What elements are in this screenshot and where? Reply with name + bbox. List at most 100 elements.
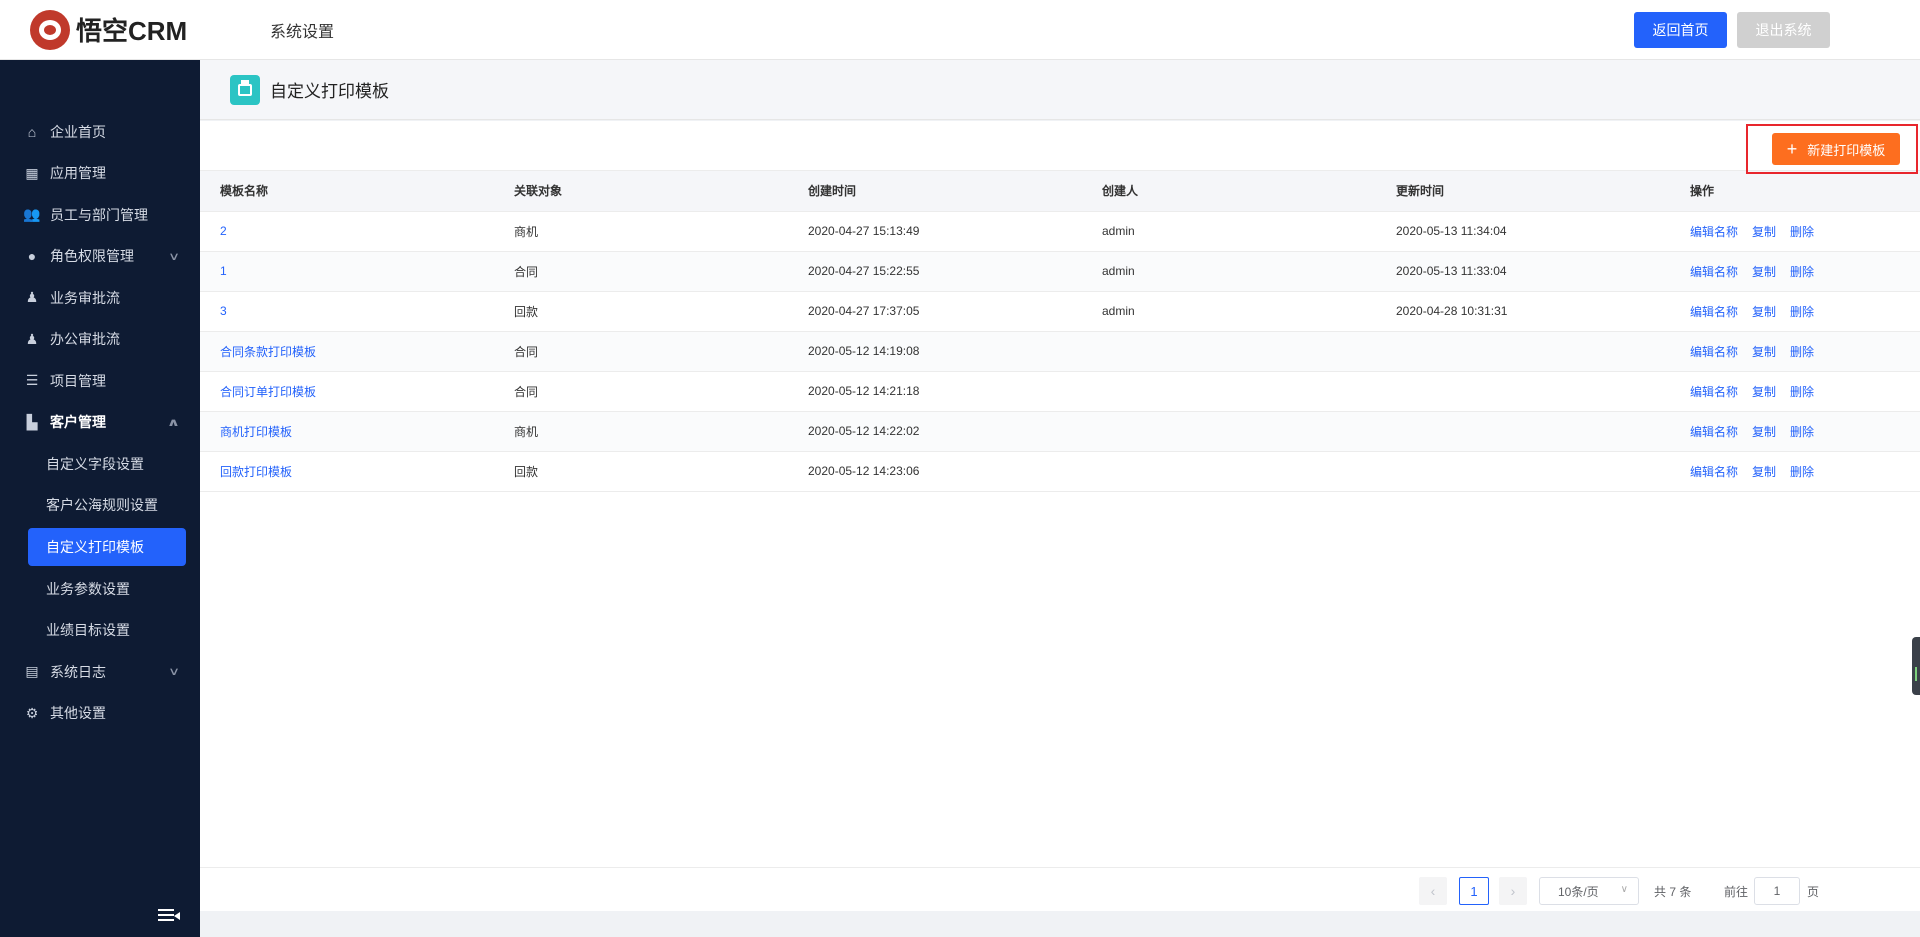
sidebar-item-apps[interactable]: ▦ 应用管理 [0,153,200,195]
table-cell: 合同订单打印模板 [200,371,494,412]
table-cell: admin [1082,251,1376,292]
sidebar-item-customers[interactable]: ▙ 客户管理 ∧ [0,402,200,444]
edit-name-link[interactable]: 编辑名称 [1690,465,1738,479]
template-name-link[interactable]: 2 [220,224,227,238]
related-object-cell: 商机 [514,224,539,239]
goto-label: 前往 [1724,885,1749,899]
approval-icon: ♟ [25,330,39,347]
copy-link[interactable]: 复制 [1752,465,1776,479]
table-cell [1082,331,1376,372]
delete-link[interactable]: 删除 [1790,265,1814,279]
sidebar-item-system-log[interactable]: ▤ 系统日志 ∨ [0,651,200,693]
related-object-cell: 回款 [514,464,539,479]
chevron-down-icon: ∨ [167,666,181,678]
sidebar-item-home[interactable]: ⌂ 企业首页 [0,111,200,153]
related-object-cell: 商机 [514,424,539,439]
table-cell [1082,411,1376,452]
next-page-button[interactable]: › [1499,877,1527,905]
created-time-cell: 2020-04-27 15:22:55 [808,264,920,278]
templates-table: 模板名称 关联对象 创建时间 创建人 更新时间 操作 2 商机 2020-04-27… [200,171,1920,492]
sidebar-item-roles[interactable]: ● 角色权限管理 ∨ [0,236,200,278]
table-cell: 商机 [494,411,788,452]
sidebar-item-label: 客户管理 [50,414,106,431]
copy-link[interactable]: 复制 [1752,385,1776,399]
actions-cell: 编辑名称 复制 删除 [1670,411,1920,452]
table-cell: 合同条款打印模板 [200,331,494,372]
top-header: 悟空CRM 系统设置 返回首页 退出系统 [0,0,1920,60]
table-cell: 2020-05-13 11:34:04 [1376,211,1670,252]
main-content: + 新建打印模板 模板名称 关联对象 创建时间 创建人 更新时间 操作 2 商机 2… [200,121,1920,911]
template-name-link[interactable]: 1 [220,264,227,278]
actions-cell: 编辑名称 复制 删除 [1670,371,1920,412]
col-header-updated[interactable]: 更新时间 [1376,171,1670,212]
sidebar-subitem-custom-fields[interactable]: 自定义字段设置 [0,443,200,485]
collapse-sidebar-icon[interactable] [158,909,180,923]
delete-link[interactable]: 删除 [1790,465,1814,479]
table-cell: 商机 [494,211,788,252]
table-cell: admin [1082,211,1376,252]
edit-name-link[interactable]: 编辑名称 [1690,265,1738,279]
copy-link[interactable]: 复制 [1752,265,1776,279]
sidebar-item-staff[interactable]: 👥 员工与部门管理 [0,194,200,236]
home-button[interactable]: 返回首页 [1634,12,1727,48]
template-name-link[interactable]: 3 [220,304,227,318]
toolbar: + 新建打印模板 [200,121,1920,174]
sidebar-item-office-approval[interactable]: ♟ 办公审批流 [0,319,200,361]
table-header-row: 模板名称 关联对象 创建时间 创建人 更新时间 操作 [200,171,1920,212]
actions-cell: 编辑名称 复制 删除 [1670,451,1920,492]
edit-name-link[interactable]: 编辑名称 [1690,385,1738,399]
updated-time-cell: 2020-04-28 10:31:31 [1396,304,1508,318]
col-header-created[interactable]: 创建时间 [788,171,1082,212]
delete-link[interactable]: 删除 [1790,225,1814,239]
delete-link[interactable]: 删除 [1790,385,1814,399]
edit-name-link[interactable]: 编辑名称 [1690,225,1738,239]
template-name-link[interactable]: 商机打印模板 [220,425,292,439]
current-page[interactable]: 1 [1459,877,1489,905]
user-icon: ● [27,248,37,265]
edit-name-link[interactable]: 编辑名称 [1690,425,1738,439]
copy-link[interactable]: 复制 [1752,345,1776,359]
table-cell: 回款 [494,451,788,492]
delete-link[interactable]: 删除 [1790,345,1814,359]
delete-link[interactable]: 删除 [1790,425,1814,439]
sidebar-item-label: 员工与部门管理 [50,206,148,223]
sidebar-item-projects[interactable]: ☰ 项目管理 [0,360,200,402]
sidebar-subitem-business-params[interactable]: 业务参数设置 [0,568,200,610]
edit-name-link[interactable]: 编辑名称 [1690,345,1738,359]
section-title: 系统设置 [270,23,335,41]
template-name-link[interactable]: 回款打印模板 [220,465,292,479]
sidebar-subitem-print-templates[interactable]: 自定义打印模板 [28,528,186,566]
new-print-template-button[interactable]: + 新建打印模板 [1772,133,1900,165]
table-cell: 2020-05-12 14:19:08 [788,331,1082,372]
logo[interactable]: 悟空CRM [30,9,240,50]
page-size-select[interactable]: 10条/页 ∨ [1539,877,1639,905]
side-drawer-handle[interactable] [1912,637,1920,695]
gear-icon: ⚙ [25,704,39,721]
col-header-creator[interactable]: 创建人 [1082,171,1376,212]
edit-name-link[interactable]: 编辑名称 [1690,305,1738,319]
col-header-name[interactable]: 模板名称 [200,171,494,212]
copy-link[interactable]: 复制 [1752,425,1776,439]
sidebar-item-other-settings[interactable]: ⚙ 其他设置 [0,693,200,735]
sidebar-item-business-approval[interactable]: ♟ 业务审批流 [0,277,200,319]
page-size-value: 10条/页 [1558,884,1599,899]
actions-cell: 编辑名称 复制 删除 [1670,211,1920,252]
template-name-link[interactable]: 合同订单打印模板 [220,385,316,399]
table-row: 3 回款 2020-04-27 17:37:05 admin 2020-04-28 10… [200,291,1920,332]
exit-button[interactable]: 退出系统 [1737,12,1830,48]
sidebar-subitem-targets[interactable]: 业绩目标设置 [0,610,200,652]
prev-page-button[interactable]: ‹ [1419,877,1447,905]
related-object-cell: 合同 [514,344,539,359]
goto-page-input[interactable]: 1 [1754,877,1800,905]
delete-link[interactable]: 删除 [1790,305,1814,319]
created-time-cell: 2020-05-12 14:22:02 [808,424,920,438]
copy-link[interactable]: 复制 [1752,225,1776,239]
created-time-cell: 2020-05-12 14:21:18 [808,384,920,398]
table-cell: 2020-04-27 17:37:05 [788,291,1082,332]
col-header-object[interactable]: 关联对象 [494,171,788,212]
copy-link[interactable]: 复制 [1752,305,1776,319]
printer-icon [230,74,260,105]
sidebar-subitem-pool-rules[interactable]: 客户公海规则设置 [0,485,200,527]
template-name-link[interactable]: 合同条款打印模板 [220,345,316,359]
table-cell: 2020-04-27 15:22:55 [788,251,1082,292]
